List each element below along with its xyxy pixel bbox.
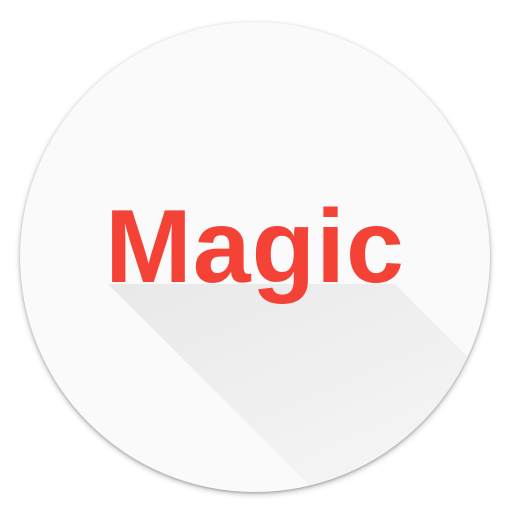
app-icon: Magic — [0, 0, 512, 512]
icon-background-circle: Magic — [20, 22, 490, 492]
magic-wordmark: Magic — [105, 189, 405, 305]
